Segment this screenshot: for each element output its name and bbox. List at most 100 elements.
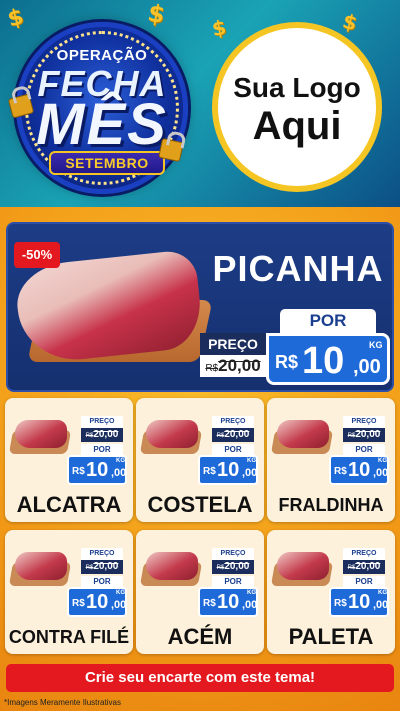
price-tag: R$ 10 ,00 KG bbox=[198, 455, 258, 485]
price-integer: 10 bbox=[86, 591, 109, 613]
por-label: POR bbox=[212, 444, 254, 455]
product-name: ACÉM bbox=[167, 624, 233, 649]
preco-label: PREÇO bbox=[81, 416, 123, 428]
old-price: R$20,00 bbox=[212, 428, 254, 442]
unit: KG bbox=[116, 458, 125, 464]
logo-placeholder: Sua Logo Aqui bbox=[212, 22, 382, 192]
hero-old-currency: R$ bbox=[205, 363, 219, 374]
disclaimer-text: *Imagens Meramente Ilustrativas bbox=[4, 698, 121, 707]
hero-price-integer: 10 bbox=[302, 340, 345, 382]
product-name: FRALDINHA bbox=[278, 495, 384, 515]
dollar-icon: $ bbox=[210, 14, 228, 42]
hero-price-decimal: ,00 bbox=[353, 356, 381, 378]
product-card-contra-file: PREÇO R$20,00 POR R$ 10 ,00 KG CONTRA FI… bbox=[5, 530, 133, 654]
paleta-image bbox=[277, 552, 329, 580]
price-decimal: ,00 bbox=[373, 599, 389, 611]
contra-file-image bbox=[15, 552, 67, 580]
por-label: POR bbox=[212, 576, 254, 587]
price-integer: 10 bbox=[217, 591, 240, 613]
badge-line1: OPERAÇÃO bbox=[56, 47, 148, 64]
dollar-icon: $ bbox=[145, 0, 168, 30]
old-value: 20,00 bbox=[224, 429, 250, 440]
por-label: POR bbox=[343, 444, 385, 455]
price-integer: 10 bbox=[348, 459, 371, 481]
price-decimal: ,00 bbox=[373, 467, 389, 479]
product-name: ALCATRA bbox=[16, 492, 122, 517]
create-flyer-button[interactable]: Crie seu encarte com este tema! bbox=[6, 664, 394, 692]
old-value: 20,00 bbox=[93, 429, 119, 440]
product-card-fraldinha: PREÇO R$20,00 POR R$ 10 ,00 KG FRALDINHA bbox=[267, 398, 395, 522]
price-integer: 10 bbox=[348, 591, 371, 613]
discount-badge: -50% bbox=[14, 242, 60, 268]
product-name: CONTRA FILÉ bbox=[8, 627, 130, 647]
operacao-fecha-mes-badge: OPERAÇÃO FECHA MÊS SETEMBRO bbox=[16, 22, 188, 194]
currency: R$ bbox=[72, 466, 85, 477]
old-price: R$20,00 bbox=[343, 560, 385, 574]
hero-unit: KG bbox=[369, 340, 383, 350]
currency: R$ bbox=[334, 466, 347, 477]
old-price: R$20,00 bbox=[81, 428, 123, 442]
alcatra-image bbox=[15, 420, 67, 448]
padlock-icon bbox=[158, 137, 184, 163]
product-card-alcatra: PREÇO R$20,00 POR R$ 10 ,00 KG ALCATRA bbox=[5, 398, 133, 522]
preco-label: PREÇO bbox=[81, 548, 123, 560]
product-card-acem: PREÇO R$20,00 POR R$ 10 ,00 KG ACÉM bbox=[136, 530, 264, 654]
old-price: R$20,00 bbox=[343, 428, 385, 442]
currency: R$ bbox=[203, 466, 216, 477]
old-price: R$20,00 bbox=[212, 560, 254, 574]
header-banner: $ $ $ $ OPERAÇÃO FECHA MÊS SETEMBRO Sua … bbox=[0, 0, 400, 207]
price-decimal: ,00 bbox=[111, 467, 127, 479]
product-card-paleta: PREÇO R$20,00 POR R$ 10 ,00 KG PALETA bbox=[267, 530, 395, 654]
unit: KG bbox=[116, 590, 125, 596]
currency: R$ bbox=[203, 598, 216, 609]
badge-line3: MÊS bbox=[36, 92, 168, 157]
old-value: 20,00 bbox=[224, 561, 250, 572]
price-tag: R$ 10 ,00 KG bbox=[329, 455, 389, 485]
hero-old-price: R$20,00 bbox=[200, 355, 266, 377]
price-tag: R$ 10 ,00 KG bbox=[67, 455, 127, 485]
por-label: POR bbox=[81, 576, 123, 587]
hero-currency: R$ bbox=[275, 352, 299, 372]
unit: KG bbox=[247, 458, 256, 464]
price-decimal: ,00 bbox=[111, 599, 127, 611]
por-label: POR bbox=[81, 444, 123, 455]
price-integer: 10 bbox=[217, 459, 240, 481]
unit: KG bbox=[378, 458, 387, 464]
hero-preco-label: PREÇO bbox=[200, 333, 266, 355]
preco-label: PREÇO bbox=[212, 548, 254, 560]
product-card-costela: PREÇO R$20,00 POR R$ 10 ,00 KG COSTELA bbox=[136, 398, 264, 522]
product-name: PALETA bbox=[288, 624, 374, 649]
old-value: 20,00 bbox=[355, 429, 381, 440]
hero-price-tag: R$ 10 ,00 KG bbox=[266, 333, 390, 385]
old-price: R$20,00 bbox=[81, 560, 123, 574]
badge-month: SETEMBRO bbox=[49, 151, 165, 175]
dollar-icon: $ bbox=[340, 8, 360, 36]
price-tag: R$ 10 ,00 KG bbox=[329, 587, 389, 617]
fraldinha-image bbox=[277, 420, 329, 448]
unit: KG bbox=[378, 590, 387, 596]
currency: R$ bbox=[72, 598, 85, 609]
hero-old-price-box: PREÇO R$20,00 bbox=[200, 333, 266, 385]
logo-line2: Aqui bbox=[252, 104, 342, 148]
logo-line1: Sua Logo bbox=[233, 72, 361, 103]
currency: R$ bbox=[334, 598, 347, 609]
old-value: 20,00 bbox=[355, 561, 381, 572]
product-name: COSTELA bbox=[147, 492, 253, 517]
price-decimal: ,00 bbox=[242, 467, 258, 479]
costela-image bbox=[146, 420, 198, 448]
dollar-icon: $ bbox=[5, 4, 27, 33]
price-integer: 10 bbox=[86, 459, 109, 481]
hero-por-label: POR bbox=[280, 309, 376, 333]
old-value: 20,00 bbox=[93, 561, 119, 572]
preco-label: PREÇO bbox=[212, 416, 254, 428]
price-decimal: ,00 bbox=[242, 599, 258, 611]
price-tag: R$ 10 ,00 KG bbox=[198, 587, 258, 617]
price-tag: R$ 10 ,00 KG bbox=[67, 587, 127, 617]
unit: KG bbox=[247, 590, 256, 596]
hero-old-value: 20,00 bbox=[218, 356, 261, 375]
acem-image bbox=[146, 552, 198, 580]
preco-label: PREÇO bbox=[343, 548, 385, 560]
hero-product-name: PICANHA bbox=[212, 248, 384, 289]
por-label: POR bbox=[343, 576, 385, 587]
preco-label: PREÇO bbox=[343, 416, 385, 428]
